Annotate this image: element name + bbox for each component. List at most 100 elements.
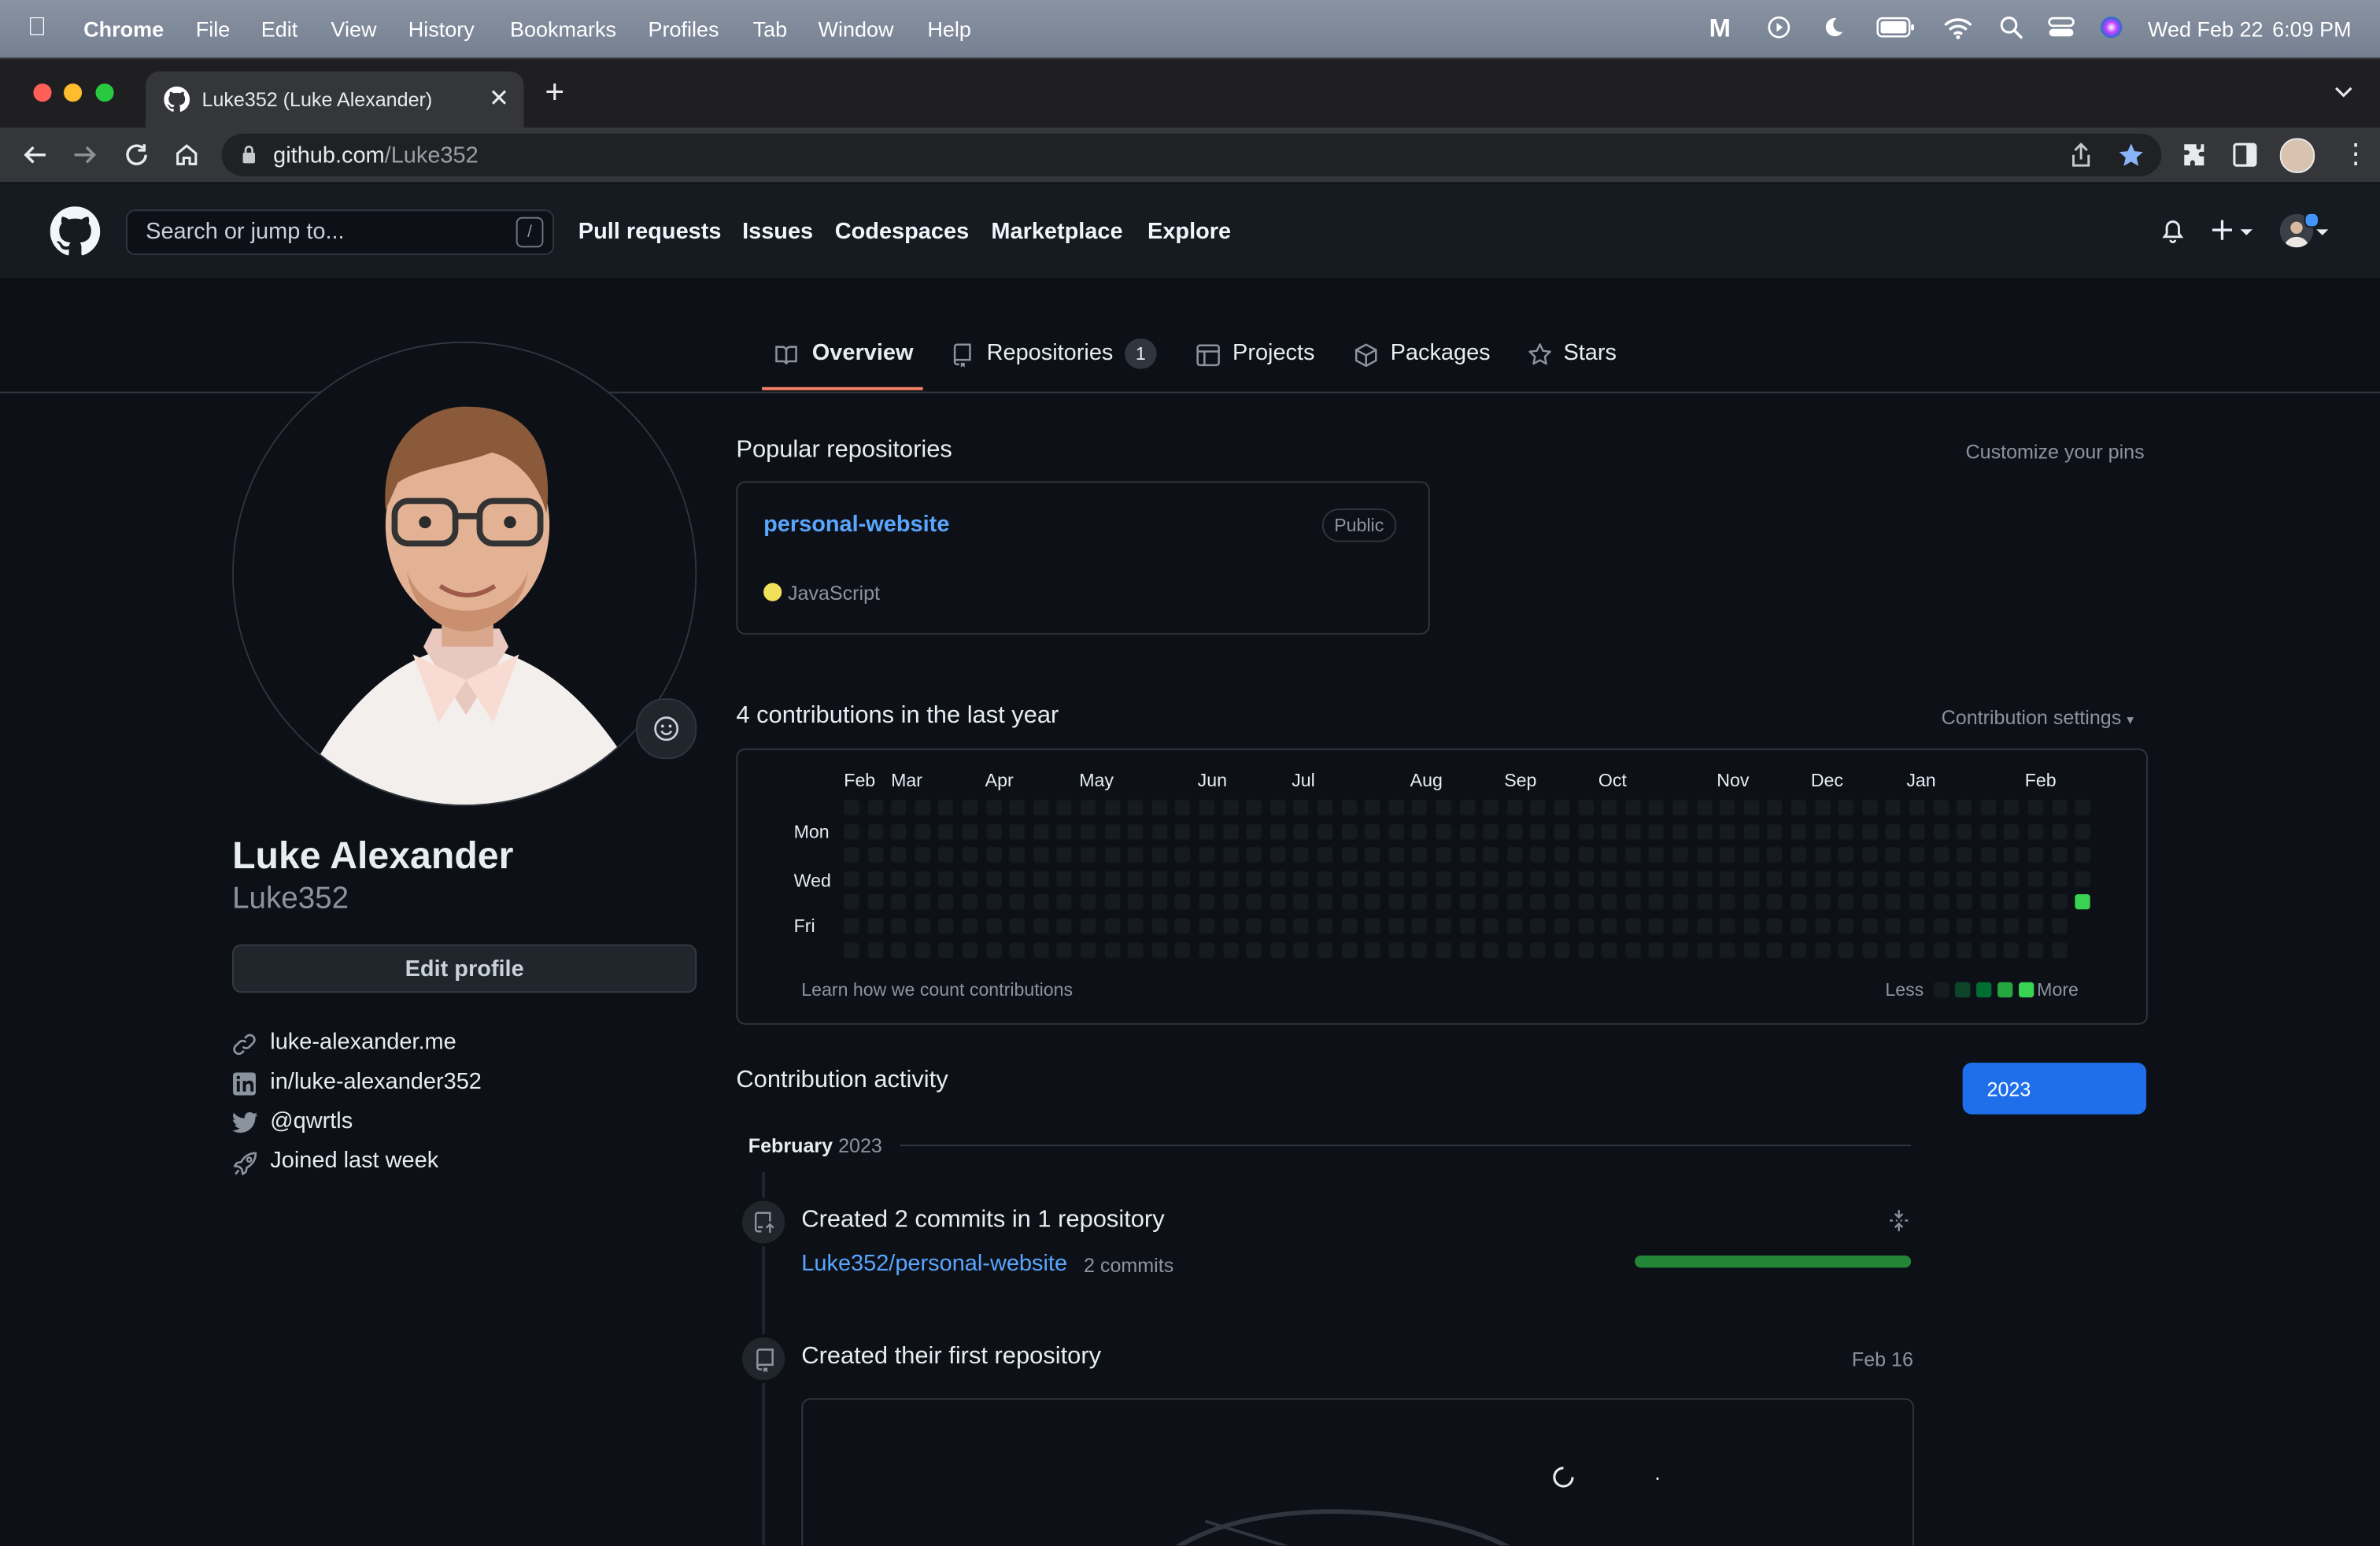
contribution-day-cell[interactable] xyxy=(1647,845,1666,864)
contribution-day-cell[interactable] xyxy=(1576,822,1595,841)
contribution-day-cell[interactable] xyxy=(1861,940,1879,960)
contribution-day-cell[interactable] xyxy=(2049,916,2068,936)
contribution-day-cell[interactable] xyxy=(1221,845,1240,864)
menu-profiles[interactable]: Profiles xyxy=(649,17,719,41)
contribution-day-cell[interactable] xyxy=(1363,916,1382,936)
menu-history[interactable]: History xyxy=(408,17,475,41)
nav-marketplace[interactable]: Marketplace xyxy=(991,219,1122,245)
contribution-day-cell[interactable] xyxy=(1173,845,1192,864)
contribution-day-cell[interactable] xyxy=(1884,845,1903,864)
contribution-day-cell[interactable] xyxy=(1861,916,1879,936)
contribution-day-cell[interactable] xyxy=(1410,869,1429,888)
contribution-day-cell[interactable] xyxy=(842,822,861,841)
contribution-day-cell[interactable] xyxy=(1055,845,1074,864)
contribution-day-cell[interactable] xyxy=(2049,822,2068,841)
contribution-day-cell[interactable] xyxy=(937,845,955,864)
contribution-day-cell[interactable] xyxy=(1671,822,1690,841)
contribution-day-cell[interactable] xyxy=(1268,916,1288,936)
contribution-day-cell[interactable] xyxy=(1197,916,1216,936)
contribution-day-cell[interactable] xyxy=(1126,798,1145,817)
contribution-day-cell[interactable] xyxy=(1150,869,1169,888)
contribution-day-cell[interactable] xyxy=(1765,869,1784,888)
contribution-day-cell[interactable] xyxy=(1387,798,1406,817)
contribution-day-cell[interactable] xyxy=(1007,940,1027,960)
contribution-day-cell[interactable] xyxy=(1173,869,1192,888)
contribution-day-cell[interactable] xyxy=(1931,893,1950,912)
contribution-day-cell[interactable] xyxy=(960,940,979,960)
menu-edit[interactable]: Edit xyxy=(261,17,298,41)
contribution-day-cell[interactable] xyxy=(1126,845,1145,864)
contribution-day-cell[interactable] xyxy=(1765,798,1784,817)
contribution-day-cell[interactable] xyxy=(1718,869,1737,888)
contribution-day-cell[interactable] xyxy=(1387,845,1406,864)
contribution-day-cell[interactable] xyxy=(1979,940,1998,960)
menu-view[interactable]: View xyxy=(331,17,376,41)
contribution-day-cell[interactable] xyxy=(1789,893,1808,912)
contribution-day-cell[interactable] xyxy=(1979,798,1998,817)
commits-event-title[interactable]: Created 2 commits in 1 repository xyxy=(801,1207,1164,1234)
contribution-day-cell[interactable] xyxy=(842,916,861,936)
contribution-day-cell[interactable] xyxy=(1481,798,1500,817)
contribution-day-cell[interactable] xyxy=(2049,798,2068,817)
contribution-day-cell[interactable] xyxy=(866,845,885,864)
contribution-day-cell[interactable] xyxy=(1244,845,1263,864)
contribution-day-cell[interactable] xyxy=(1955,893,1974,912)
contribution-day-cell[interactable] xyxy=(1126,916,1145,936)
contribution-day-cell[interactable] xyxy=(1742,893,1761,912)
contribution-day-cell[interactable] xyxy=(1292,798,1311,817)
contribution-day-cell[interactable] xyxy=(1458,916,1476,936)
mailspring-icon[interactable]: M xyxy=(1709,13,1731,44)
contribution-day-cell[interactable] xyxy=(1292,822,1311,841)
profile-avatar[interactable] xyxy=(232,341,697,807)
contribution-day-cell[interactable] xyxy=(1055,869,1074,888)
contribution-day-cell[interactable] xyxy=(1836,893,1856,912)
contribution-day-cell[interactable] xyxy=(1647,916,1666,936)
contribution-day-cell[interactable] xyxy=(1718,845,1737,864)
contribution-day-cell[interactable] xyxy=(1481,940,1500,960)
contribution-day-cell[interactable] xyxy=(1694,893,1713,912)
contribution-day-cell[interactable] xyxy=(1340,940,1358,960)
contribution-day-cell[interactable] xyxy=(1576,869,1595,888)
contribution-day-cell[interactable] xyxy=(1007,869,1027,888)
contribution-day-cell[interactable] xyxy=(1363,893,1382,912)
contribution-day-cell[interactable] xyxy=(1434,893,1453,912)
contribution-day-cell[interactable] xyxy=(1979,916,1998,936)
chrome-menu-icon[interactable]: ⋮ xyxy=(2342,139,2370,167)
contribution-day-cell[interactable] xyxy=(1363,845,1382,864)
contribution-day-cell[interactable] xyxy=(1032,822,1051,841)
contribution-day-cell[interactable] xyxy=(1505,869,1524,888)
contribution-day-cell[interactable] xyxy=(1671,869,1690,888)
contribution-day-cell[interactable] xyxy=(1387,869,1406,888)
contribution-day-cell[interactable] xyxy=(1600,845,1619,864)
contribution-day-cell[interactable] xyxy=(1647,798,1666,817)
contribution-day-cell[interactable] xyxy=(1173,893,1192,912)
apple-icon[interactable]:  xyxy=(28,12,47,43)
contribution-day-cell[interactable] xyxy=(1221,893,1240,912)
contribution-day-cell[interactable] xyxy=(1079,822,1098,841)
wifi-icon[interactable] xyxy=(1943,15,1974,39)
contribution-day-cell[interactable] xyxy=(1007,845,1027,864)
contribution-day-cell[interactable] xyxy=(984,916,1003,936)
contribution-day-cell[interactable] xyxy=(1173,822,1192,841)
contribution-day-cell[interactable] xyxy=(1694,916,1713,936)
contribution-day-cell[interactable] xyxy=(1150,940,1169,960)
contribution-day-cell[interactable] xyxy=(1624,798,1643,817)
contribution-day-cell[interactable] xyxy=(1979,845,1998,864)
contribution-day-cell[interactable] xyxy=(1410,940,1429,960)
contribution-day-cell[interactable] xyxy=(1055,916,1074,936)
reload-icon[interactable] xyxy=(123,141,150,168)
contribution-day-cell[interactable] xyxy=(1955,869,1974,888)
contribution-day-cell[interactable] xyxy=(1813,893,1832,912)
website-link[interactable]: luke-alexander.me xyxy=(270,1030,456,1056)
contribution-day-cell[interactable] xyxy=(1836,798,1856,817)
contribution-day-cell[interactable] xyxy=(913,845,932,864)
contribution-day-cell[interactable] xyxy=(1813,916,1832,936)
contribution-day-cell[interactable] xyxy=(1528,798,1547,817)
contribution-day-cell[interactable] xyxy=(1647,940,1666,960)
pinned-repo-name[interactable]: personal-website xyxy=(763,512,949,538)
contribution-day-cell[interactable] xyxy=(1884,916,1903,936)
nav-pull-requests[interactable]: Pull requests xyxy=(578,219,722,245)
contribution-day-cell[interactable] xyxy=(1576,916,1595,936)
contribution-day-cell[interactable] xyxy=(1861,822,1879,841)
contribution-day-cell[interactable] xyxy=(1126,940,1145,960)
